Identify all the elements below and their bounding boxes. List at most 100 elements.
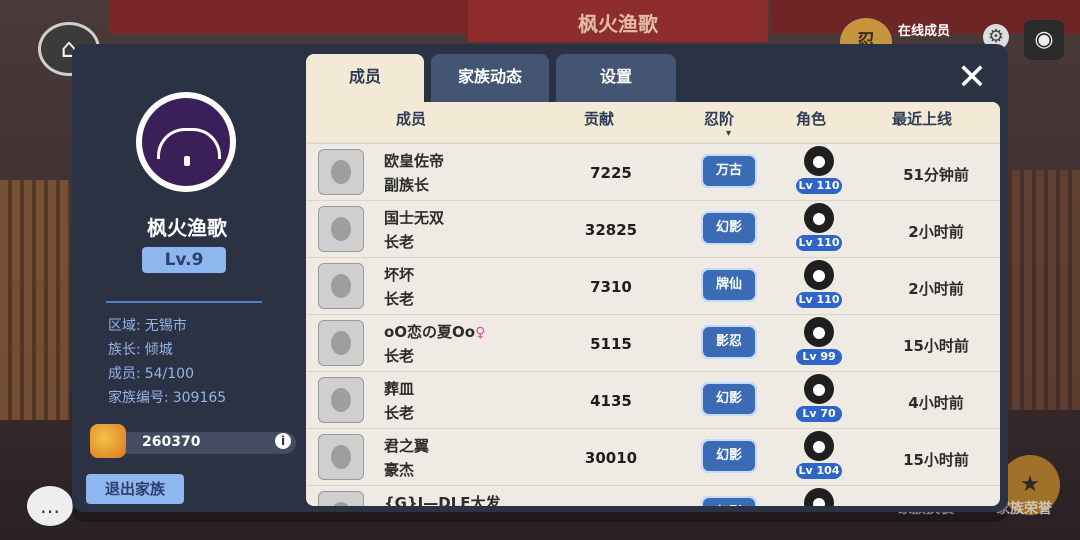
ninja-rank-badge: 影忍 [701, 325, 757, 359]
table-row[interactable]: {G}I—DLE大发 幻影 [306, 485, 1000, 506]
member-rank: 长老 [384, 233, 415, 251]
avatar[interactable] [318, 206, 364, 252]
last-online: 2小时前 [908, 223, 964, 241]
member-rank: 长老 [384, 290, 415, 308]
table-row[interactable]: 葬皿 长老 4135 幻影 Lv 70 4小时前 [306, 371, 1000, 428]
funds-amount: 260370 [142, 434, 201, 450]
character-level: Lv 70 [796, 406, 842, 422]
member-rank: 长老 [384, 404, 415, 422]
table-row[interactable]: 欧皇佐帝 副族长 7225 万古 Lv 110 51分钟前 [306, 143, 1000, 200]
last-online: 15小时前 [903, 451, 969, 469]
lantern-left [0, 180, 70, 420]
member-contribution: 7225 [590, 164, 632, 182]
avatar[interactable] [318, 434, 364, 480]
fan-icon [151, 118, 221, 166]
table-row[interactable]: 国士无双 长老 32825 幻影 Lv 110 2小时前 [306, 200, 1000, 257]
member-rank: 豪杰 [384, 461, 415, 479]
member-contribution: 5115 [590, 335, 632, 353]
header-character: 角色 [796, 110, 827, 128]
last-online: 2小时前 [908, 280, 964, 298]
character-level: Lv 110 [796, 292, 842, 308]
ninja-rank-badge: 幻影 [701, 382, 757, 416]
member-table: 成员 贡献 忍阶 ▾ 角色 最近上线 欧皇佐帝 副族长 7225 万古 Lv 1… [306, 102, 1000, 506]
leader-value: 倾城 [144, 342, 173, 358]
avatar[interactable] [318, 263, 364, 309]
avatar[interactable] [318, 149, 364, 195]
character-level: Lv 110 [796, 178, 842, 194]
tab-settings[interactable]: 设置 [556, 54, 676, 102]
character-avatar [798, 488, 840, 506]
ninja-rank-badge: 幻影 [701, 211, 757, 245]
info-icon[interactable]: i [275, 433, 291, 449]
member-name: oO恋の夏Oo [384, 323, 476, 341]
character-face-icon [804, 317, 834, 347]
member-contribution: 7310 [590, 278, 632, 296]
member-name: {G}I—DLE大发 [384, 494, 501, 506]
header-ninja-rank[interactable]: 忍阶 [704, 108, 734, 129]
family-level-badge: Lv.9 [142, 247, 226, 273]
member-name: 欧皇佐帝 [384, 152, 445, 170]
eye-icon[interactable]: ◉ [1024, 20, 1064, 60]
members-label: 成员: [108, 366, 141, 382]
ninja-rank-badge: 牌仙 [701, 268, 757, 302]
member-rank: 长老 [384, 347, 415, 365]
header-member: 成员 [396, 110, 427, 128]
avatar[interactable] [318, 320, 364, 366]
character-avatar: Lv 104 [796, 431, 842, 483]
character-level: Lv 104 [796, 463, 842, 479]
family-id-label: 家族编号: [108, 390, 169, 406]
last-online: 51分钟前 [903, 166, 969, 184]
sort-chevron-icon[interactable]: ▾ [726, 128, 731, 139]
close-icon[interactable]: ✕ [952, 58, 992, 98]
family-funds: 260370 i [90, 424, 296, 458]
family-name: 枫火渔歌 [147, 216, 227, 240]
character-face-icon [804, 260, 834, 290]
region-row: 区域: 无锡市 [108, 314, 226, 338]
member-rank: 副族长 [384, 176, 430, 194]
member-name: 坏坏 [384, 266, 415, 284]
chat-icon[interactable]: … [27, 486, 73, 526]
character-avatar: Lv 99 [796, 317, 842, 369]
ninja-rank-badge: 幻影 [701, 439, 757, 473]
leader-row: 族长: 倾城 [108, 338, 226, 362]
table-row[interactable]: 君之翼 豪杰 30010 幻影 Lv 104 15小时前 [306, 428, 1000, 485]
online-members-label: 在线成员 [898, 24, 951, 39]
region-label: 区域: [108, 318, 141, 334]
leave-family-button[interactable]: 退出家族 [86, 474, 184, 504]
roof-left [110, 0, 470, 34]
character-face-icon [804, 146, 834, 176]
family-details: 区域: 无锡市 族长: 倾城 成员: 54/100 家族编号: 309165 [108, 314, 226, 410]
character-face-icon [804, 203, 834, 233]
header-contribution[interactable]: 贡献 [584, 108, 614, 129]
last-online: 4小时前 [908, 394, 964, 412]
member-name: 君之翼 [384, 437, 430, 455]
family-info-panel: 枫火渔歌 Lv.9 区域: 无锡市 族长: 倾城 成员: 54/100 家族编号… [72, 44, 302, 512]
header-last-online[interactable]: 最近上线 [892, 108, 952, 129]
banner-title: 枫火渔歌 [578, 12, 658, 36]
last-online: 15小时前 [903, 337, 969, 355]
table-row[interactable]: 坏坏 长老 7310 牌仙 Lv 110 2小时前 [306, 257, 1000, 314]
member-contribution: 32825 [584, 221, 638, 239]
family-emblem [136, 92, 236, 192]
character-level: Lv 99 [796, 349, 842, 365]
region-value: 无锡市 [144, 318, 187, 334]
ninja-rank-badge: 幻影 [701, 496, 757, 506]
table-row[interactable]: oO恋の夏Oo♀ 长老 5115 影忍 Lv 99 15小时前 [306, 314, 1000, 371]
avatar[interactable] [318, 491, 364, 506]
emblem-inner [142, 98, 230, 186]
character-avatar: Lv 110 [796, 146, 842, 198]
funds-bar [110, 432, 296, 454]
member-name: 葬皿 [384, 380, 415, 398]
tab-family-news[interactable]: 家族动态 [431, 54, 549, 102]
family-id-value: 309165 [172, 390, 227, 406]
character-avatar: Lv 110 [796, 203, 842, 255]
background-banner: 枫火渔歌 [468, 0, 768, 42]
coin-bag-icon [90, 424, 126, 458]
character-avatar: Lv 110 [796, 260, 842, 312]
family-modal: 枫火渔歌 Lv.9 区域: 无锡市 族长: 倾城 成员: 54/100 家族编号… [72, 44, 1008, 512]
character-level: Lv 110 [796, 235, 842, 251]
character-face-icon [804, 374, 834, 404]
avatar[interactable] [318, 377, 364, 423]
family-id-row: 家族编号: 309165 [108, 386, 226, 410]
tab-members[interactable]: 成员 [306, 54, 424, 102]
